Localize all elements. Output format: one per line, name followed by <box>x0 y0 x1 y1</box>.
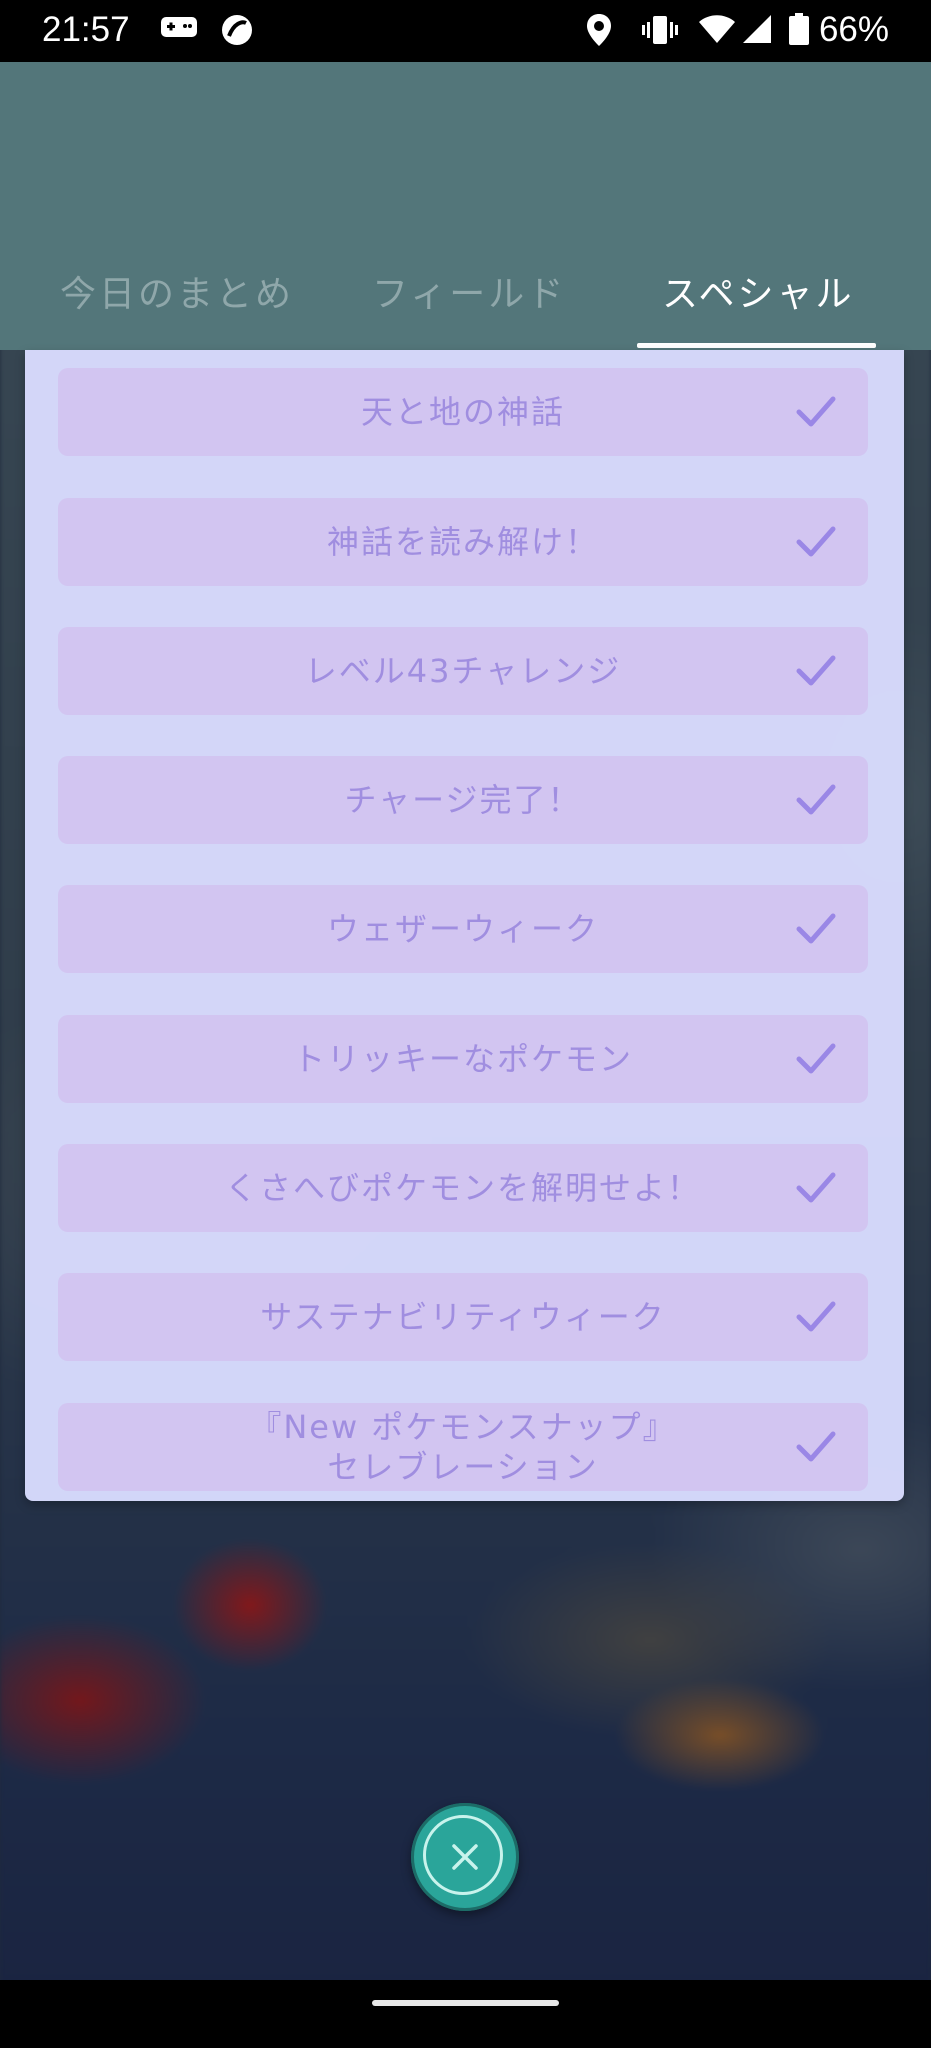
home-gesture-handle[interactable] <box>372 2000 559 2006</box>
list-item[interactable]: 『New ポケモンスナップ』 セレブレーション <box>58 1403 868 1491</box>
list-item[interactable]: トリッキーなポケモン <box>58 1015 868 1103</box>
signal-icon <box>742 14 772 52</box>
item-label: くさへびポケモンを解明せよ！ <box>224 1169 701 1207</box>
item-label: トリッキーなポケモン <box>292 1040 633 1078</box>
item-label: ウェザーウィーク <box>326 910 599 948</box>
check-icon <box>796 1301 836 1332</box>
list-item[interactable]: サステナビリティウィーク <box>58 1273 868 1361</box>
check-icon <box>796 1043 836 1074</box>
item-label: 神話を読み解け！ <box>326 523 599 561</box>
check-icon <box>796 655 836 686</box>
navigation-bar <box>0 1980 931 2048</box>
item-label: 天と地の神話 <box>360 393 565 431</box>
active-tab-indicator <box>637 343 876 348</box>
item-label: 『New ポケモンスナップ』 セレブレーション <box>249 1408 677 1486</box>
item-label: サステナビリティウィーク <box>260 1298 666 1336</box>
list-item[interactable]: ウェザーウィーク <box>58 885 868 973</box>
special-research-list[interactable]: 天と地の神話 神話を読み解け！ レベル43チャレンジ チャージ完了！ ウェザーウ… <box>25 350 904 1501</box>
location-icon <box>586 13 612 55</box>
check-icon <box>796 396 836 427</box>
app-icon <box>220 13 254 55</box>
tab-today-summary[interactable]: 今日のまとめ <box>60 265 294 317</box>
check-icon <box>796 913 836 944</box>
list-item[interactable]: くさへびポケモンを解明せよ！ <box>58 1144 868 1232</box>
close-button[interactable] <box>411 1803 519 1911</box>
wifi-icon <box>698 14 736 52</box>
battery-icon <box>788 12 810 54</box>
item-label: チャージ完了！ <box>344 781 582 819</box>
item-label: レベル43チャレンジ <box>304 652 622 690</box>
close-icon <box>452 1844 478 1870</box>
list-item[interactable]: チャージ完了！ <box>58 756 868 844</box>
check-icon <box>796 526 836 557</box>
list-item[interactable]: レベル43チャレンジ <box>58 627 868 715</box>
vibrate-icon <box>640 14 680 54</box>
list-item[interactable]: 神話を読み解け！ <box>58 498 868 586</box>
tab-field[interactable]: フィールド <box>372 265 566 317</box>
list-item[interactable]: 天と地の神話 <box>58 368 868 456</box>
check-icon <box>796 1431 836 1462</box>
check-icon <box>796 784 836 815</box>
status-bar: 21:57 66% <box>0 0 931 62</box>
check-icon <box>796 1172 836 1203</box>
status-time: 21:57 <box>42 10 130 49</box>
tab-special[interactable]: スペシャル <box>662 265 854 317</box>
battery-percent: 66% <box>818 10 889 49</box>
gamepad-icon <box>160 14 198 48</box>
